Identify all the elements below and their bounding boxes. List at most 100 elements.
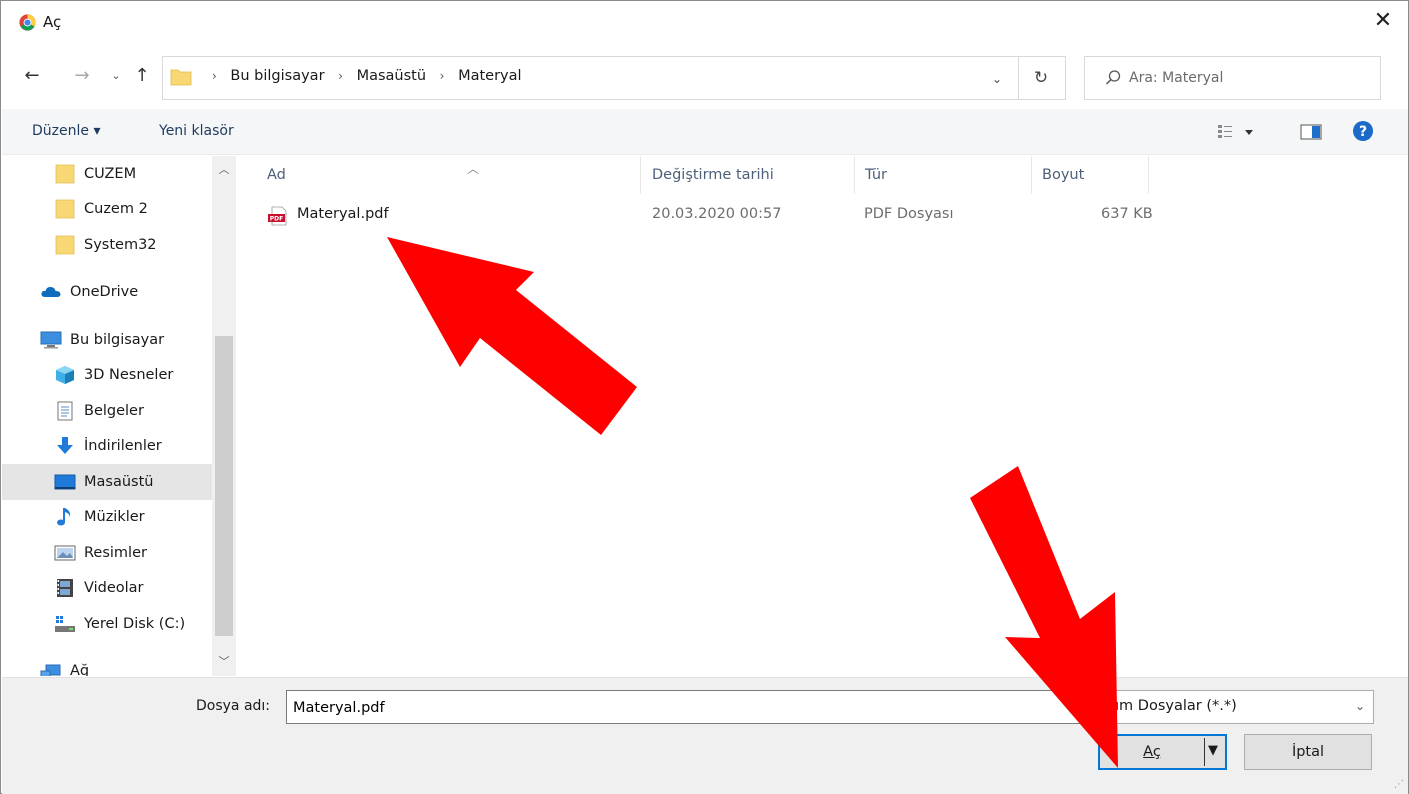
column-header-date-modified[interactable]: Değiştirme tarihi bbox=[642, 156, 855, 194]
preview-pane-button[interactable] bbox=[1300, 123, 1322, 145]
navigation-bar: ← → ⌄ ↑ › Bu bilgisayar › Masaüstü › Mat… bbox=[1, 53, 1408, 101]
window-title: Aç bbox=[43, 13, 62, 31]
filename-label: Dosya adı: bbox=[196, 698, 271, 714]
refresh-button[interactable]: ↻ bbox=[1028, 65, 1054, 91]
sidebar-item-label: System32 bbox=[84, 236, 157, 253]
sidebar-item-videos[interactable]: Videolar bbox=[2, 571, 212, 607]
close-button[interactable]: ✕ bbox=[1368, 7, 1398, 37]
open-button[interactable]: Aç ▼ bbox=[1098, 734, 1227, 770]
sidebar-item-label: Bu bilgisayar bbox=[70, 331, 165, 348]
close-icon: ✕ bbox=[1373, 8, 1393, 33]
refresh-icon: ↻ bbox=[1033, 68, 1049, 88]
scroll-down-button[interactable]: ﹀ bbox=[212, 652, 236, 672]
caret-down-icon[interactable]: ▼ bbox=[1208, 743, 1218, 758]
navigation-pane: CUZEM Cuzem 2 System32 OneDrive Bu bilgi… bbox=[2, 156, 236, 676]
computer-icon bbox=[40, 331, 62, 349]
sort-ascending-icon: ︿ bbox=[467, 162, 480, 176]
search-input[interactable] bbox=[1129, 67, 1369, 89]
sidebar-item-label: Müzikler bbox=[84, 509, 145, 526]
chevron-up-icon: ︿ bbox=[218, 163, 230, 176]
drive-icon bbox=[55, 615, 75, 632]
sidebar-item-documents[interactable]: Belgeler bbox=[2, 393, 212, 429]
breadcrumb-materyal[interactable]: Materyal bbox=[458, 68, 521, 84]
navigation-tree: CUZEM Cuzem 2 System32 OneDrive Bu bilgi… bbox=[2, 156, 212, 676]
filename-combobox[interactable]: ⌄ bbox=[286, 690, 1082, 724]
file-type-value: Tüm Dosyalar (*.*) bbox=[1103, 698, 1237, 714]
file-row-materyal-pdf[interactable]: PDF Materyal.pdf 20.03.2020 00:57 PDF Do… bbox=[257, 200, 1157, 230]
arrow-right-icon: → bbox=[74, 65, 90, 86]
chevron-down-icon[interactable]: ⌄ bbox=[1065, 699, 1075, 713]
breadcrumb: › Bu bilgisayar › Masaüstü › Materyal bbox=[203, 68, 522, 84]
open-button-label[interactable]: Aç bbox=[1100, 736, 1204, 768]
column-header-name[interactable]: Ad ︿ bbox=[257, 156, 641, 194]
chevron-down-icon: ⌄ bbox=[991, 72, 1003, 86]
sidebar-item-music[interactable]: Müzikler bbox=[2, 500, 212, 536]
chevron-right-icon: › bbox=[338, 69, 343, 83]
breadcrumb-this-pc[interactable]: Bu bilgisayar bbox=[230, 68, 324, 84]
sidebar-item-label: Masaüstü bbox=[84, 473, 154, 490]
sidebar-item-onedrive[interactable]: OneDrive bbox=[2, 275, 212, 311]
folder-icon bbox=[55, 235, 75, 255]
file-type-select[interactable]: Tüm Dosyalar (*.*) ⌄ bbox=[1084, 690, 1374, 724]
address-bar[interactable]: › Bu bilgisayar › Masaüstü › Materyal ⌄ … bbox=[162, 56, 1066, 100]
resize-grip-icon[interactable]: ⋰ bbox=[1394, 779, 1404, 790]
sidebar-item-label: OneDrive bbox=[70, 284, 139, 301]
forward-button[interactable]: → bbox=[71, 63, 93, 89]
cloud-icon bbox=[41, 287, 61, 298]
up-button[interactable]: ↑ bbox=[131, 63, 153, 89]
sidebar-item-label: Belgeler bbox=[84, 402, 144, 419]
file-type: PDF Dosyası bbox=[864, 206, 954, 222]
address-divider bbox=[1018, 57, 1019, 99]
sidebar-item-3d-objects[interactable]: 3D Nesneler bbox=[2, 358, 212, 394]
arrow-up-icon: ↑ bbox=[134, 65, 150, 86]
chevron-down-icon: ﹀ bbox=[218, 655, 230, 668]
column-header-size[interactable]: Boyut bbox=[1032, 156, 1149, 194]
sidebar-item-this-pc[interactable]: Bu bilgisayar bbox=[2, 322, 212, 358]
command-toolbar: Düzenle ▾ Yeni klasör ? bbox=[2, 109, 1408, 155]
search-icon bbox=[1105, 70, 1121, 85]
search-box[interactable] bbox=[1084, 56, 1381, 100]
file-date-modified: 20.03.2020 00:57 bbox=[652, 206, 782, 222]
view-options-button[interactable] bbox=[1217, 123, 1257, 145]
recent-locations-button[interactable]: ⌄ bbox=[105, 63, 127, 89]
cancel-button[interactable]: İptal bbox=[1244, 734, 1372, 770]
pictures-icon bbox=[54, 545, 76, 561]
help-icon: ? bbox=[1353, 121, 1373, 141]
column-header-type[interactable]: Tür bbox=[855, 156, 1032, 194]
download-icon bbox=[57, 437, 73, 455]
back-button[interactable]: ← bbox=[21, 63, 43, 89]
arrow-left-icon: ← bbox=[24, 65, 40, 86]
sidebar-item-local-disk[interactable]: Yerel Disk (C:) bbox=[2, 606, 212, 642]
sidebar-item-network[interactable]: Ağ bbox=[2, 654, 212, 676]
open-file-dialog: Aç ✕ ← → ⌄ ↑ › Bu bilgisayar › Masaüstü … bbox=[0, 0, 1409, 794]
folder-icon bbox=[55, 164, 75, 184]
network-icon bbox=[40, 664, 61, 676]
title-bar: Aç ✕ bbox=[1, 1, 1408, 45]
sidebar-item-downloads[interactable]: İndirilenler bbox=[2, 429, 212, 465]
pdf-icon: PDF bbox=[268, 206, 287, 226]
scroll-up-button[interactable]: ︿ bbox=[212, 160, 236, 180]
sidebar-item-cuzem[interactable]: CUZEM bbox=[2, 156, 212, 192]
sidebar-item-cuzem-2[interactable]: Cuzem 2 bbox=[2, 192, 212, 228]
new-folder-button[interactable]: Yeni klasör bbox=[159, 123, 234, 139]
sidebar-item-label: İndirilenler bbox=[84, 438, 162, 455]
folder-icon bbox=[55, 199, 75, 219]
scrollbar-thumb[interactable] bbox=[215, 336, 233, 636]
sidebar-item-pictures[interactable]: Resimler bbox=[2, 535, 212, 571]
breadcrumb-desktop[interactable]: Masaüstü bbox=[357, 68, 426, 84]
document-icon bbox=[57, 401, 73, 421]
file-list: Ad ︿ Değiştirme tarihi Tür Boyut PDF Mat… bbox=[237, 156, 1408, 676]
organize-menu-button[interactable]: Düzenle ▾ bbox=[32, 123, 100, 139]
chrome-icon bbox=[19, 14, 36, 31]
sidebar-scrollbar[interactable]: ︿ ﹀ bbox=[212, 156, 236, 676]
preview-pane-icon bbox=[1300, 124, 1322, 140]
file-name: Materyal.pdf bbox=[297, 206, 389, 222]
chevron-down-icon: ⌄ bbox=[1354, 699, 1365, 713]
address-history-dropdown[interactable]: ⌄ bbox=[987, 67, 1007, 91]
help-button[interactable]: ? bbox=[1352, 120, 1374, 146]
sidebar-item-label: CUZEM bbox=[84, 165, 137, 182]
sidebar-item-system32[interactable]: System32 bbox=[2, 227, 212, 263]
sidebar-item-desktop[interactable]: Masaüstü bbox=[2, 464, 212, 500]
filename-input[interactable] bbox=[293, 697, 1043, 719]
chevron-down-icon: ⌄ bbox=[111, 69, 121, 82]
